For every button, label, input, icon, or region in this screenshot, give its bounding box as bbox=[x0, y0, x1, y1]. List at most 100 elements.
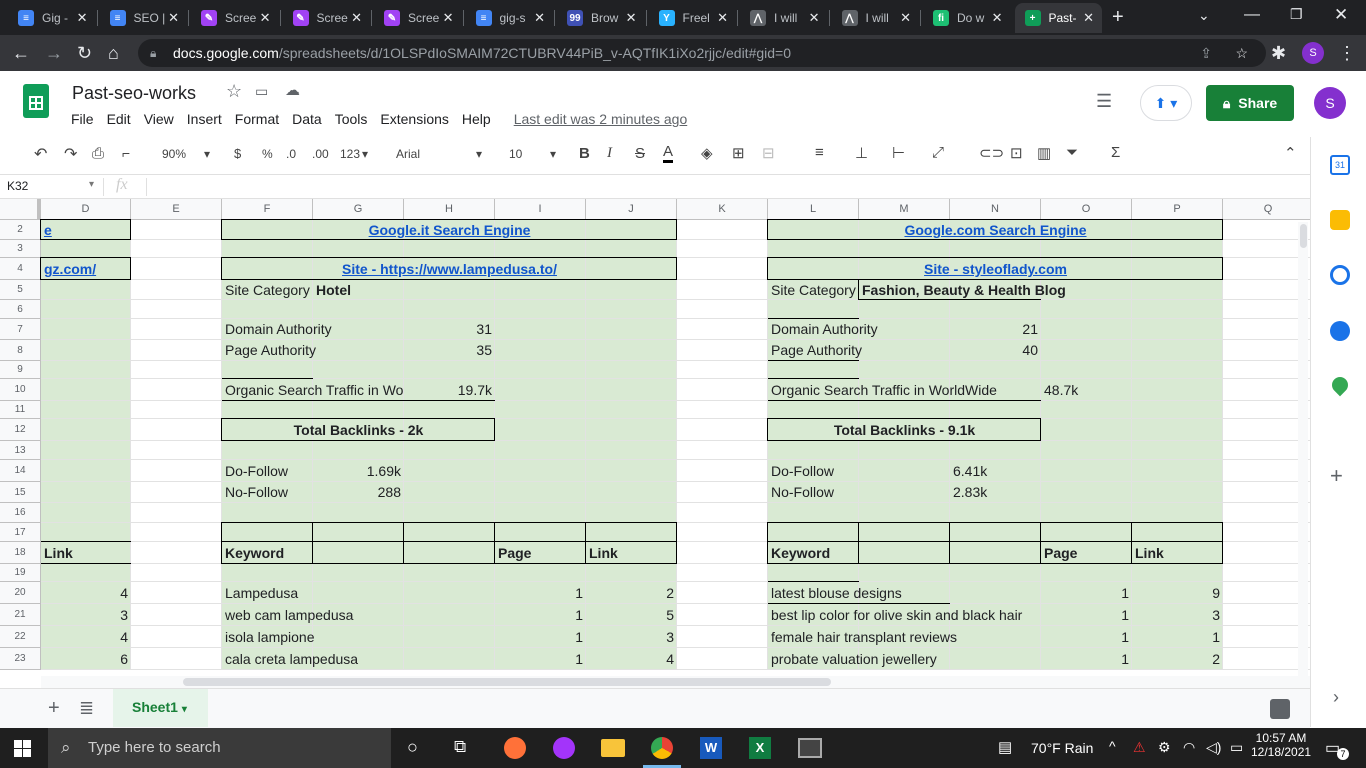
menu-help[interactable]: Help bbox=[462, 111, 491, 127]
window-close-icon[interactable]: ✕ bbox=[1334, 5, 1348, 25]
row-header-8[interactable]: 8 bbox=[0, 340, 41, 361]
keep-icon[interactable] bbox=[1330, 210, 1350, 230]
chevron-down-icon[interactable]: ▾ bbox=[550, 147, 556, 161]
browser-menu-icon[interactable]: ⋮ bbox=[1338, 43, 1356, 63]
column-header-q[interactable]: Q bbox=[1223, 199, 1310, 220]
close-icon[interactable]: ✕ bbox=[717, 10, 728, 26]
column-header-k[interactable]: K bbox=[677, 199, 768, 220]
minimize-icon[interactable]: — bbox=[1244, 6, 1260, 24]
row-header-21[interactable]: 21 bbox=[0, 604, 41, 626]
browser-tab[interactable]: fi Do w ✕ bbox=[923, 3, 1011, 33]
column-header-d[interactable]: D bbox=[41, 199, 131, 220]
menu-extensions[interactable]: Extensions bbox=[380, 111, 448, 127]
row-header-17[interactable]: 17 bbox=[0, 523, 41, 542]
clock[interactable]: 10:57 AM 12/18/2021 bbox=[1251, 731, 1311, 759]
insert-comment-icon[interactable]: ⊡ bbox=[1010, 144, 1023, 162]
calendar-icon[interactable]: 31 bbox=[1330, 155, 1350, 175]
browser-tab[interactable]: ⋀ I will ✕ bbox=[740, 3, 828, 33]
close-icon[interactable]: ✕ bbox=[168, 10, 179, 26]
site-heading[interactable]: Site - https://www.lampedusa.to/ bbox=[225, 258, 674, 280]
redo-icon[interactable]: ↷ bbox=[64, 144, 77, 164]
increase-decimal-button[interactable]: .00 bbox=[312, 147, 329, 161]
engine-heading[interactable]: Google.com Search Engine bbox=[771, 220, 1220, 240]
menu-edit[interactable]: Edit bbox=[107, 111, 131, 127]
row-header-2[interactable]: 2 bbox=[0, 220, 41, 240]
cortana-icon[interactable]: ○ bbox=[407, 737, 418, 758]
more-formats-button[interactable]: 123 bbox=[340, 147, 360, 161]
strikethrough-button[interactable]: S bbox=[635, 145, 645, 162]
weather-text[interactable]: 70°F Rain bbox=[1031, 740, 1093, 756]
bookmark-star-icon[interactable]: ☆ bbox=[1235, 39, 1248, 67]
text-rotate-icon[interactable]: ⤢ bbox=[932, 144, 944, 161]
row-header-4[interactable]: 4 bbox=[0, 258, 41, 280]
borders-icon[interactable]: ⊞ bbox=[732, 144, 745, 162]
back-icon[interactable]: ← bbox=[12, 43, 30, 63]
browser-tab[interactable]: ≡ SEO | ✕ bbox=[100, 3, 188, 33]
merge-cells-icon[interactable]: ⊟ bbox=[762, 144, 775, 162]
column-header-p[interactable]: P bbox=[1132, 199, 1223, 220]
new-tab-icon[interactable]: + bbox=[1112, 6, 1124, 29]
horizontal-scrollbar[interactable] bbox=[41, 676, 1310, 688]
address-bar[interactable]: 🔒︎ docs.google.com/spreadsheets/d/1OLSPd… bbox=[138, 39, 1266, 67]
profile-avatar[interactable]: S bbox=[1302, 42, 1324, 64]
add-sheet-icon[interactable]: + bbox=[48, 697, 60, 720]
close-icon[interactable]: ✕ bbox=[626, 10, 637, 26]
browser-tab[interactable]: ✎ Scree ✕ bbox=[374, 3, 462, 33]
currency-button[interactable]: $ bbox=[234, 146, 241, 161]
row-header-12[interactable]: 12 bbox=[0, 419, 41, 441]
tray-app-icon[interactable]: ⚙ bbox=[1158, 739, 1171, 756]
browser-tab[interactable]: + Past- ✕ bbox=[1014, 3, 1102, 33]
text-color-button[interactable]: A bbox=[663, 143, 674, 163]
comments-icon[interactable]: ☰ bbox=[1096, 91, 1112, 112]
chevron-down-icon[interactable]: ▾ bbox=[476, 147, 482, 161]
menu-view[interactable]: View bbox=[144, 111, 174, 127]
spreadsheet-grid[interactable]: D E F G H I J K L M N O P Q 2 3 4 5 6 7 8 9 10 11 12 13 14 15 16 17 18… bbox=[0, 199, 1310, 675]
menu-data[interactable]: Data bbox=[292, 111, 322, 127]
browser-tab[interactable]: ✎ Scree ✕ bbox=[191, 3, 279, 33]
chrome-icon[interactable] bbox=[651, 737, 673, 759]
paint-format-icon[interactable]: ⌐ bbox=[122, 145, 130, 161]
firefox-icon[interactable] bbox=[504, 737, 526, 759]
column-header-n[interactable]: N bbox=[950, 199, 1041, 220]
share-page-icon[interactable]: ⇪ bbox=[1200, 39, 1212, 67]
close-icon[interactable]: ✕ bbox=[992, 10, 1003, 26]
column-header-g[interactable]: G bbox=[313, 199, 404, 220]
row-header-19[interactable]: 19 bbox=[0, 564, 41, 582]
print-icon[interactable]: ⎙ bbox=[92, 145, 104, 162]
row-header-18[interactable]: 18 bbox=[0, 542, 41, 564]
menu-tools[interactable]: Tools bbox=[335, 111, 368, 127]
messenger-icon[interactable] bbox=[553, 737, 575, 759]
row-header-3[interactable]: 3 bbox=[0, 240, 41, 258]
vertical-align-icon[interactable]: ⊥ bbox=[855, 144, 868, 162]
tray-expand-icon[interactable]: ^ bbox=[1109, 738, 1116, 754]
close-icon[interactable]: ✕ bbox=[351, 10, 362, 26]
italic-button[interactable]: I bbox=[607, 145, 612, 162]
move-folder-icon[interactable]: ▭ bbox=[255, 83, 268, 100]
row-header-9[interactable]: 9 bbox=[0, 361, 41, 379]
tasks-icon[interactable] bbox=[1330, 265, 1350, 285]
sheets-logo-icon[interactable] bbox=[23, 84, 49, 118]
site-heading[interactable]: Site - styleoflady.com bbox=[771, 258, 1220, 280]
row-header-10[interactable]: 10 bbox=[0, 379, 41, 401]
font-select[interactable]: Arial bbox=[396, 147, 420, 161]
doc-title[interactable]: Past-seo-works bbox=[72, 83, 196, 104]
star-icon[interactable]: ☆ bbox=[226, 81, 242, 102]
account-avatar[interactable]: S bbox=[1314, 87, 1346, 119]
formula-input[interactable] bbox=[148, 175, 1308, 198]
column-header-i[interactable]: I bbox=[495, 199, 586, 220]
close-icon[interactable]: ✕ bbox=[77, 10, 88, 26]
functions-icon[interactable]: Σ bbox=[1111, 144, 1120, 161]
close-icon[interactable]: ✕ bbox=[534, 10, 545, 26]
chevron-down-icon[interactable]: ▾ bbox=[89, 179, 94, 190]
contacts-icon[interactable] bbox=[1330, 321, 1350, 341]
close-icon[interactable]: ✕ bbox=[809, 10, 820, 26]
column-header-h[interactable]: H bbox=[404, 199, 495, 220]
wifi-icon[interactable]: ◠ bbox=[1183, 739, 1195, 756]
row-header-6[interactable]: 6 bbox=[0, 300, 41, 319]
row-header-11[interactable]: 11 bbox=[0, 401, 41, 419]
engine-heading[interactable]: Google.it Search Engine bbox=[225, 220, 674, 240]
chevron-down-icon[interactable]: ▾ bbox=[182, 704, 187, 715]
sheet-tab-sheet1[interactable]: Sheet1 ▾ bbox=[113, 689, 208, 727]
reload-icon[interactable]: ↻ bbox=[77, 43, 92, 63]
chevron-down-icon[interactable]: ▾ bbox=[204, 147, 210, 161]
